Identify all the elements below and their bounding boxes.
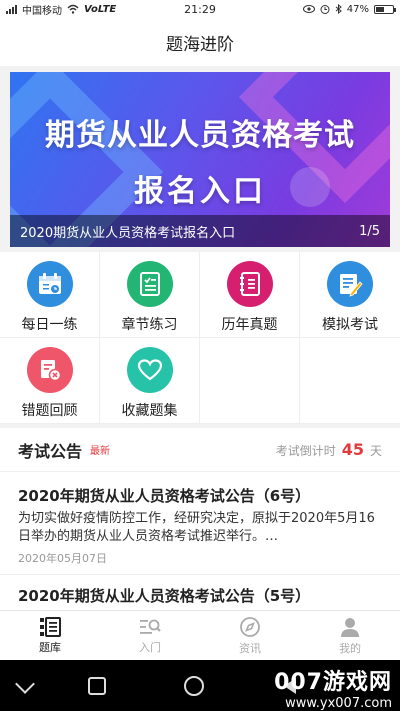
status-bar: 中国移动 VoLTE 21:29 47%	[0, 0, 400, 18]
tab-news[interactable]: 资讯	[200, 611, 300, 660]
notice-header: 考试公告 最新 考试倒计时 45 天	[0, 428, 400, 472]
alarm-icon	[320, 5, 330, 14]
nav-home-icon[interactable]	[184, 675, 204, 696]
tab-label: 入门	[139, 640, 161, 654]
countdown-unit: 天	[369, 444, 382, 458]
calendar-icon	[26, 261, 73, 307]
checklist-icon	[126, 261, 173, 307]
notice-article[interactable]: 2020年期货从业人员资格考试公告（6号） 为切实做好疫情防控工作，经研究决定，…	[0, 472, 400, 575]
feature-favorites[interactable]: 收藏题集	[100, 338, 200, 424]
bluetooth-icon	[335, 4, 342, 14]
page-title: 题海进阶	[166, 34, 234, 55]
exam-countdown: 考试倒计时 45 天	[276, 440, 382, 459]
search-list-icon	[140, 619, 161, 634]
feature-past-exams[interactable]: 历年真题	[200, 252, 300, 338]
banner-carousel[interactable]: 期货从业人员资格考试 报名入口 2020期货从业人员资格考试报名入口 1/5	[10, 72, 390, 247]
feature-label: 错题回顾	[21, 403, 78, 419]
banner-subheadline: 报名入口	[134, 174, 266, 209]
feature-mock-exam[interactable]: 模拟考试	[300, 252, 400, 338]
watermark-title: 007游戏网	[274, 670, 392, 695]
notice-article[interactable]: 2020年期货从业人员资格考试公告（5号）	[0, 575, 400, 610]
banner-pager: 1/5	[359, 223, 380, 239]
wrong-question-icon	[26, 347, 73, 393]
tab-label: 题库	[39, 640, 61, 654]
exam-notice-section: 考试公告 最新 考试倒计时 45 天 2020年期货从业人员资格考试公告（6号）…	[0, 428, 400, 610]
carrier-name: 中国移动	[22, 5, 62, 17]
feature-daily-practice[interactable]: 每日一练	[0, 252, 100, 338]
feature-empty-slot	[300, 338, 400, 424]
feature-label: 每日一练	[21, 317, 78, 333]
compass-icon	[240, 616, 260, 637]
feature-chapter-practice[interactable]: 章节练习	[100, 252, 200, 338]
feature-grid: 每日一练 章节练习 历年真题 模拟考试 错题回顾 收藏题集	[0, 252, 400, 424]
feature-label: 章节练习	[121, 317, 178, 333]
countdown-label: 考试倒计时	[275, 444, 336, 458]
battery-icon	[374, 4, 396, 14]
eye-icon	[302, 5, 315, 13]
article-title: 2020年期货从业人员资格考试公告（6号）	[18, 487, 311, 505]
banner-headline: 期货从业人员资格考试	[45, 118, 355, 153]
tab-question-bank[interactable]: 题库	[0, 611, 100, 660]
notebook-icon	[226, 261, 273, 307]
tab-label: 资讯	[239, 641, 261, 655]
nav-recents-icon[interactable]	[88, 676, 106, 695]
feature-empty-slot	[200, 338, 300, 424]
feature-label: 收藏题集	[121, 403, 178, 419]
network-type: VoLTE	[84, 3, 117, 15]
battery-percent: 47%	[346, 3, 369, 15]
exam-paper-icon	[327, 261, 373, 307]
user-icon	[341, 617, 359, 637]
wifi-icon	[67, 4, 79, 14]
banner-caption: 2020期货从业人员资格考试报名入口	[20, 225, 236, 241]
question-bank-icon	[40, 616, 61, 637]
notice-title: 考试公告	[18, 441, 83, 461]
article-title: 2020年期货从业人员资格考试公告（5号）	[18, 587, 311, 605]
signal-icon	[6, 4, 17, 14]
watermark: 007游戏网 www.yx007.com	[274, 664, 392, 711]
tab-intro[interactable]: 入门	[100, 611, 200, 660]
banner-caption-bar: 2020期货从业人员资格考试报名入口 1/5	[10, 215, 390, 247]
feature-wrong-review[interactable]: 错题回顾	[0, 338, 100, 424]
feature-label: 模拟考试	[322, 317, 378, 333]
nav-down-icon[interactable]	[15, 673, 35, 694]
new-badge: 最新	[90, 446, 111, 457]
heart-icon	[126, 347, 173, 393]
tab-mine[interactable]: 我的	[300, 611, 400, 660]
countdown-value: 45	[341, 440, 364, 459]
watermark-url: www.yx007.com	[285, 696, 392, 711]
tab-label: 我的	[339, 641, 361, 655]
feature-label: 历年真题	[221, 317, 278, 333]
article-date: 2020年05月07日	[18, 552, 107, 565]
title-bar: 题海进阶	[0, 18, 400, 66]
article-summary: 为切实做好疫情防控工作，经研究决定，原拟于2020年5月16日举办的期货从业人员…	[18, 511, 375, 544]
bottom-tab-bar: 题库 入门 资讯 我的	[0, 610, 400, 660]
